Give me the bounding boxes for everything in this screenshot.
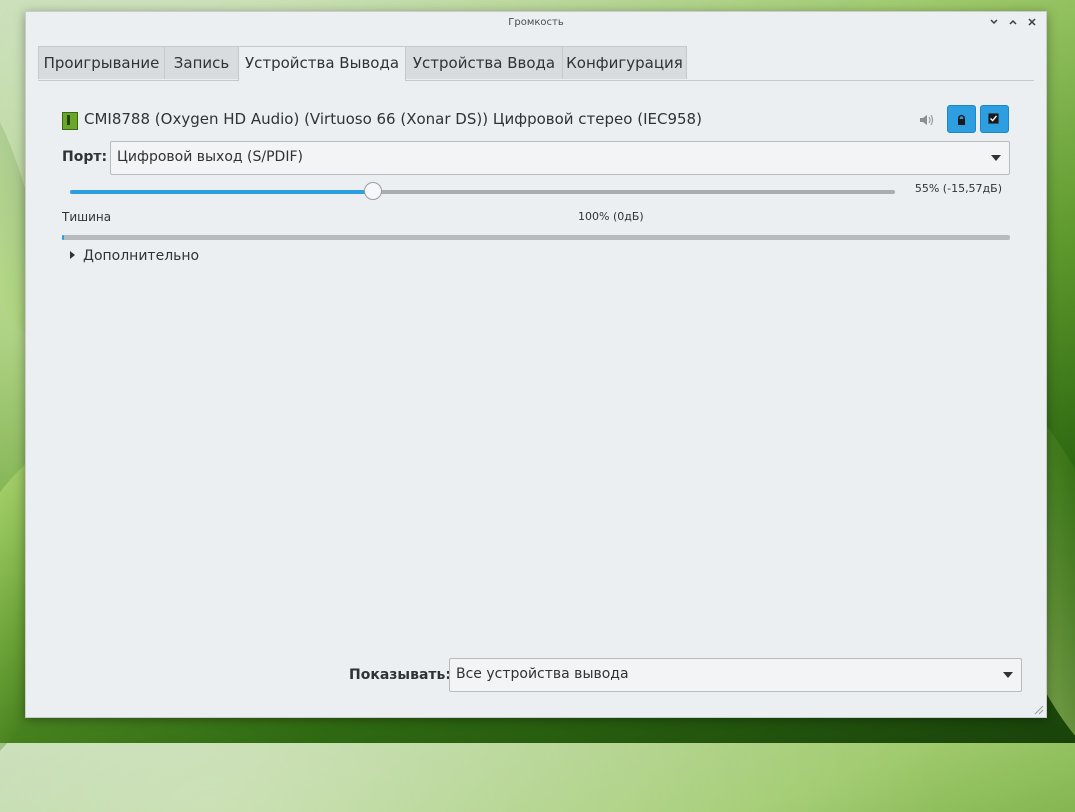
scale-full-label: 100% (0дБ) [578, 210, 644, 223]
close-button[interactable] [1025, 15, 1039, 29]
show-select[interactable]: Все устройства вывода [449, 658, 1022, 692]
window-title: Громкость [508, 17, 564, 28]
chevron-down-icon [991, 155, 1001, 161]
maximize-icon [1009, 19, 1017, 25]
peak-meter [62, 235, 1010, 240]
volume-slider-fill [70, 190, 373, 194]
port-label: Порт: [62, 149, 108, 165]
advanced-expander[interactable]: Дополнительно [70, 248, 199, 264]
advanced-label: Дополнительно [83, 248, 200, 264]
sound-card-icon [62, 112, 78, 130]
maximize-button[interactable] [1006, 15, 1020, 29]
tab-configuration[interactable]: Конфигурация [562, 46, 687, 79]
scale-silence-label: Тишина [62, 210, 112, 224]
minimize-icon [990, 19, 998, 25]
speaker-icon [919, 113, 935, 130]
close-icon [1028, 18, 1036, 26]
checkbox-icon [988, 113, 999, 124]
chevron-down-icon [1003, 672, 1013, 678]
tab-playback[interactable]: Проигрывание [38, 46, 165, 79]
port-select[interactable]: Цифровой выход (S/PDIF) [110, 141, 1010, 175]
tab-recording[interactable]: Запись [164, 46, 239, 79]
titlebar: Громкость [26, 12, 1046, 34]
tab-output-devices[interactable]: Устройства Вывода [238, 46, 406, 81]
set-default-button[interactable] [980, 105, 1009, 133]
tab-divider [38, 80, 1034, 81]
tab-input-devices[interactable]: Устройства Ввода [405, 46, 563, 79]
port-select-value: Цифровой выход (S/PDIF) [117, 149, 303, 165]
volume-window: Громкость Проигрывание Запись Устройства… [25, 11, 1047, 718]
show-label: Показывать: [349, 667, 451, 683]
resize-grip-icon[interactable] [1034, 705, 1044, 715]
expander-arrow-icon [70, 251, 75, 259]
peak-meter-fill [62, 235, 64, 240]
volume-readout: 55% (-15,57дБ) [914, 182, 1002, 195]
volume-slider-handle[interactable] [363, 182, 382, 200]
device-name: CMI8788 (Oxygen HD Audio) (Virtuoso 66 (… [84, 110, 702, 128]
volume-slider[interactable] [70, 182, 895, 200]
lock-icon [958, 114, 965, 125]
mute-button[interactable] [947, 105, 976, 133]
show-select-value: Все устройства вывода [456, 666, 629, 682]
minimize-button[interactable] [987, 15, 1001, 29]
